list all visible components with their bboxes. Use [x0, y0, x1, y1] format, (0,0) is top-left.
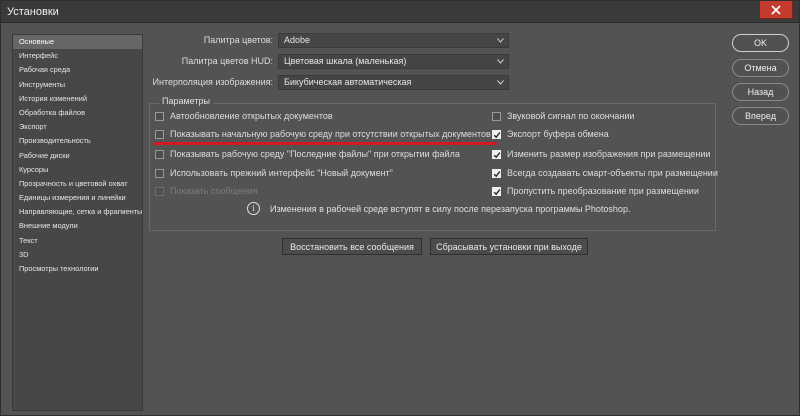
- checkbox-box: [492, 168, 501, 178]
- auto-update-checkbox[interactable]: Автообновление открытых документов: [155, 111, 333, 121]
- checkbox-box: [492, 111, 501, 121]
- sidebar-item-history[interactable]: История изменений: [13, 92, 142, 106]
- export-clipboard-label: Экспорт буфера обмена: [507, 129, 609, 139]
- back-button[interactable]: Назад: [732, 83, 789, 101]
- preferences-dialog: Установки Основные Интерфейс Рабочая сре…: [0, 0, 800, 416]
- ok-button[interactable]: OK: [732, 34, 789, 52]
- hud-picker-value: Цветовая шкала (маленькая): [284, 56, 407, 66]
- skip-transform-label: Пропустить преобразование при размещении: [507, 186, 699, 196]
- sidebar-item-scratch-disks[interactable]: Рабочие диски: [13, 149, 142, 163]
- chevron-down-icon: [497, 59, 504, 64]
- smart-objects-label: Всегда создавать смарт-объекты при разме…: [507, 168, 718, 178]
- checkbox-box: [155, 111, 164, 121]
- legacy-new-document-checkbox[interactable]: Использовать прежний интерфейс "Новый до…: [155, 168, 393, 178]
- sidebar-item-workspace[interactable]: Рабочая среда: [13, 63, 142, 77]
- sidebar-item-plugins[interactable]: Внешние модули: [13, 219, 142, 233]
- hud-picker-label: Палитра цветов HUD:: [181, 56, 273, 66]
- show-messages-label: Показать сообщения: [170, 186, 258, 196]
- restart-notice-text: Изменения в рабочей среде вступят в силу…: [270, 203, 631, 214]
- checkbox-box: [155, 129, 164, 139]
- title-bar: Установки: [1, 1, 799, 23]
- reset-on-exit-button[interactable]: Сбрасывать установки при выходе: [430, 238, 588, 255]
- checkbox-box: [155, 149, 164, 159]
- sidebar-item-type[interactable]: Текст: [13, 234, 142, 248]
- show-start-workspace-checkbox[interactable]: Показывать начальную рабочую среду при о…: [155, 129, 491, 139]
- checkbox-box: [155, 168, 164, 178]
- beep-when-done-checkbox[interactable]: Звуковой сигнал по окончании: [492, 111, 634, 121]
- show-recent-files-checkbox[interactable]: Показывать рабочую среду "Последние файл…: [155, 149, 460, 159]
- sidebar-item-transparency[interactable]: Прозрачность и цветовой охват: [13, 177, 142, 191]
- close-button[interactable]: [759, 1, 793, 19]
- sidebar-item-interface[interactable]: Интерфейс: [13, 49, 142, 63]
- sidebar-item-export[interactable]: Экспорт: [13, 120, 142, 134]
- checkbox-box: [492, 129, 501, 139]
- chevron-down-icon: [497, 38, 504, 43]
- window-title: Установки: [7, 6, 59, 18]
- show-recent-files-label: Показывать рабочую среду "Последние файл…: [170, 149, 460, 159]
- highlight-underline: [153, 142, 497, 145]
- chevron-down-icon: [497, 80, 504, 85]
- legacy-new-document-label: Использовать прежний интерфейс "Новый до…: [170, 168, 393, 178]
- sidebar-item-technology-previews[interactable]: Просмотры технологии: [13, 262, 142, 276]
- sidebar-item-3d[interactable]: 3D: [13, 248, 142, 262]
- interpolation-select[interactable]: Бикубическая автоматическая: [278, 75, 509, 90]
- checkmark-icon: [493, 188, 501, 195]
- checkbox-box: [155, 186, 164, 196]
- close-icon: [771, 4, 781, 15]
- resize-on-place-checkbox[interactable]: Изменить размер изображения при размещен…: [492, 149, 710, 159]
- checkmark-icon: [493, 151, 501, 158]
- show-messages-checkbox: Показать сообщения: [155, 186, 258, 196]
- restore-messages-button[interactable]: Восстановить все сообщения: [282, 238, 422, 255]
- checkmark-icon: [493, 131, 501, 138]
- checkmark-icon: [493, 170, 501, 177]
- sidebar-item-guides[interactable]: Направляющие, сетка и фрагменты: [13, 205, 142, 219]
- sidebar: Основные Интерфейс Рабочая среда Инструм…: [12, 34, 143, 411]
- color-picker-label: Палитра цветов:: [203, 35, 273, 45]
- resize-on-place-label: Изменить размер изображения при размещен…: [507, 149, 711, 159]
- sidebar-item-performance[interactable]: Производительность: [13, 134, 142, 148]
- auto-update-label: Автообновление открытых документов: [170, 111, 333, 121]
- show-start-workspace-label: Показывать начальную рабочую среду при о…: [170, 129, 491, 139]
- next-button[interactable]: Вперед: [732, 107, 789, 125]
- options-group-title: Параметры: [159, 96, 213, 106]
- smart-objects-checkbox[interactable]: Всегда создавать смарт-объекты при разме…: [492, 168, 718, 178]
- sidebar-item-tools[interactable]: Инструменты: [13, 78, 142, 92]
- checkbox-box: [492, 186, 501, 196]
- color-picker-select[interactable]: Adobe: [278, 33, 509, 48]
- beep-when-done-label: Звуковой сигнал по окончании: [507, 111, 635, 121]
- sidebar-item-cursors[interactable]: Курсоры: [13, 163, 142, 177]
- sidebar-item-units[interactable]: Единицы измерения и линейки: [13, 191, 142, 205]
- interpolation-label: Интерполяция изображения:: [152, 77, 273, 87]
- color-picker-value: Adobe: [284, 35, 311, 45]
- sidebar-item-general[interactable]: Основные: [13, 35, 142, 50]
- restart-notice: i Изменения в рабочей среде вступят в си…: [247, 202, 630, 215]
- skip-transform-checkbox[interactable]: Пропустить преобразование при размещении: [492, 186, 699, 196]
- hud-picker-select[interactable]: Цветовая шкала (маленькая): [278, 54, 509, 69]
- interpolation-value: Бикубическая автоматическая: [284, 77, 412, 87]
- sidebar-item-file-handling[interactable]: Обработка файлов: [13, 106, 142, 120]
- info-icon: i: [247, 202, 260, 215]
- export-clipboard-checkbox[interactable]: Экспорт буфера обмена: [492, 129, 609, 139]
- cancel-button[interactable]: Отмена: [732, 59, 789, 77]
- checkbox-box: [492, 149, 501, 159]
